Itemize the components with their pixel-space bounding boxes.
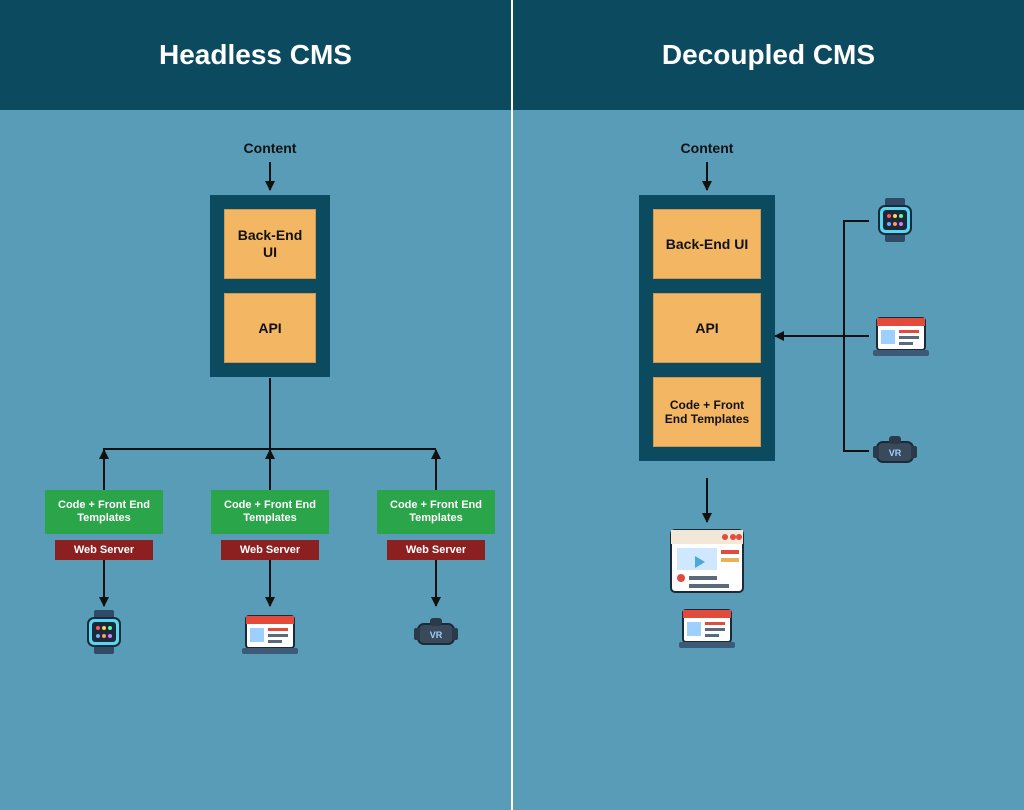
connector-line <box>843 335 869 337</box>
api-box: API <box>224 293 316 363</box>
content-label: Content <box>681 140 734 156</box>
connector-line <box>269 378 271 448</box>
smartwatch-icon <box>80 608 128 656</box>
arrow-up-icon <box>103 450 105 490</box>
connector-line <box>843 450 869 452</box>
code-box: Code + Front End Templates <box>211 490 329 534</box>
connector-line <box>843 220 869 222</box>
backend-box: Back-End UI <box>653 209 761 279</box>
arrow-down-icon <box>706 162 708 190</box>
smartwatch-icon <box>871 196 919 244</box>
server-box: Web Server <box>55 540 153 560</box>
content-label: Content <box>244 140 297 156</box>
browser-icon <box>667 526 747 596</box>
arrow-down-icon <box>103 560 105 606</box>
vr-icon <box>412 610 460 658</box>
server-box: Web Server <box>387 540 485 560</box>
arrow-up-icon <box>269 450 271 490</box>
laptop-icon <box>675 604 739 652</box>
decoupled-title: Decoupled CMS <box>513 0 1024 110</box>
laptop-icon <box>869 312 933 360</box>
arrow-down-icon <box>435 560 437 606</box>
laptop-icon <box>238 610 302 658</box>
backend-box: Back-End UI <box>224 209 316 279</box>
api-box: API <box>653 293 761 363</box>
arrow-down-icon <box>269 560 271 606</box>
code-box: Code + Front End Templates <box>377 490 495 534</box>
decoupled-stack: Back-End UI API Code + Front End Templat… <box>639 195 775 461</box>
arrow-down-icon <box>706 478 708 522</box>
server-box: Web Server <box>221 540 319 560</box>
decoupled-panel: Decoupled CMS Content Back-End UI API Co… <box>513 0 1024 810</box>
headless-stack: Back-End UI API <box>210 195 330 377</box>
headless-title: Headless CMS <box>0 0 511 110</box>
code-box: Code + Front End Templates <box>653 377 761 447</box>
vr-icon <box>871 428 919 476</box>
headless-panel: Headless CMS Content Back-End UI API Cod… <box>0 0 513 810</box>
code-box: Code + Front End Templates <box>45 490 163 534</box>
arrow-up-icon <box>435 450 437 490</box>
arrow-down-icon <box>269 162 271 190</box>
arrow-left-icon <box>775 335 843 337</box>
